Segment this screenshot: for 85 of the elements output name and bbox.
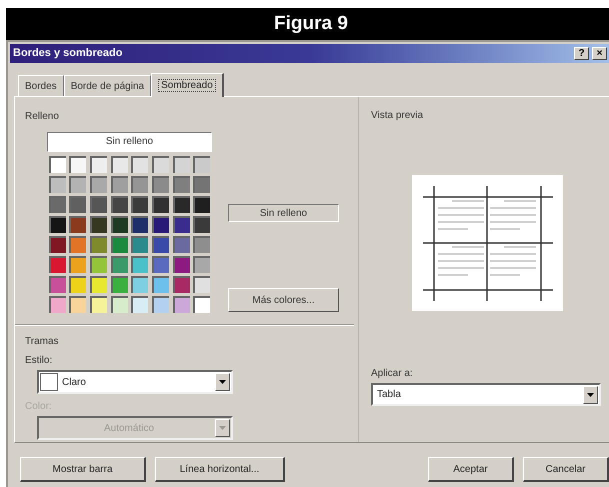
- color-swatch[interactable]: [193, 196, 210, 212]
- color-swatch[interactable]: [131, 236, 148, 252]
- color-swatch[interactable]: [69, 156, 86, 172]
- color-swatch[interactable]: [152, 176, 169, 192]
- color-swatch[interactable]: [48, 196, 66, 212]
- color-swatch[interactable]: [172, 296, 190, 312]
- color-swatch[interactable]: [152, 156, 169, 172]
- color-swatch[interactable]: [152, 196, 169, 212]
- color-swatch[interactable]: [110, 216, 128, 232]
- color-swatch[interactable]: [90, 296, 108, 312]
- color-swatch[interactable]: [152, 216, 169, 232]
- color-swatch[interactable]: [193, 156, 210, 172]
- color-swatch[interactable]: [90, 256, 108, 272]
- field-label: Aplicar a:: [371, 367, 414, 381]
- more-colors-button[interactable]: Más colores...: [228, 288, 339, 312]
- color-swatch[interactable]: [69, 296, 86, 312]
- color-swatch[interactable]: [172, 256, 190, 272]
- style-dropdown[interactable]: Claro: [37, 370, 233, 394]
- color-swatch[interactable]: [172, 236, 190, 252]
- color-swatch[interactable]: [90, 276, 108, 292]
- group-label: Relleno: [25, 110, 59, 124]
- color-swatch[interactable]: [110, 256, 128, 272]
- color-swatch[interactable]: [131, 256, 148, 272]
- color-swatch[interactable]: [193, 276, 210, 292]
- close-button[interactable]: ×: [592, 47, 607, 60]
- color-swatch[interactable]: [152, 236, 169, 252]
- color-swatch[interactable]: [193, 296, 210, 312]
- color-swatch[interactable]: [172, 276, 190, 292]
- color-swatch[interactable]: [110, 156, 128, 172]
- color-swatch[interactable]: [69, 196, 86, 212]
- color-swatch[interactable]: [172, 216, 190, 232]
- help-button[interactable]: ?: [574, 47, 589, 60]
- color-swatch[interactable]: [131, 196, 148, 212]
- color-swatch[interactable]: [90, 236, 108, 252]
- color-swatch[interactable]: [131, 216, 148, 232]
- color-swatch[interactable]: [90, 216, 108, 232]
- tab[interactable]: Bordes: [18, 75, 64, 96]
- color-swatch[interactable]: [48, 176, 66, 192]
- color-swatch[interactable]: [110, 176, 128, 192]
- color-swatch[interactable]: [48, 156, 66, 172]
- color-swatch[interactable]: [69, 256, 86, 272]
- group-label: Tramas: [25, 335, 60, 349]
- color-swatch[interactable]: [110, 296, 128, 312]
- color-swatch[interactable]: [152, 256, 169, 272]
- group-label: Vista previa: [371, 109, 424, 123]
- color-swatch[interactable]: [69, 176, 86, 192]
- color-swatch[interactable]: [48, 236, 66, 252]
- color-swatch[interactable]: [48, 276, 66, 292]
- field-label: Estilo:: [25, 354, 54, 368]
- window-title: Bordes y sombreado: [13, 46, 122, 62]
- color-swatch[interactable]: [90, 156, 108, 172]
- color-swatch[interactable]: [110, 196, 128, 212]
- color-swatch[interactable]: [172, 196, 190, 212]
- color-swatch[interactable]: [110, 236, 128, 252]
- figure-banner: Figura 9: [6, 8, 609, 40]
- dialog-button[interactable]: Aceptar: [428, 457, 514, 482]
- color-swatch[interactable]: [48, 256, 66, 272]
- color-swatch[interactable]: [131, 176, 148, 192]
- color-swatch[interactable]: [69, 216, 86, 232]
- color-swatch[interactable]: [131, 156, 148, 172]
- dialog-button[interactable]: Línea horizontal...: [155, 457, 285, 482]
- color-swatch[interactable]: [90, 176, 108, 192]
- color-swatch[interactable]: [152, 296, 169, 312]
- color-swatch[interactable]: [131, 276, 148, 292]
- tab[interactable]: Sombreado: [151, 73, 224, 97]
- color-swatch[interactable]: [193, 216, 210, 232]
- color-swatch[interactable]: [193, 256, 210, 272]
- color-swatch[interactable]: [152, 276, 169, 292]
- pattern-swatch: [40, 373, 58, 391]
- color-swatch[interactable]: [193, 176, 210, 192]
- dialog-button[interactable]: Cancelar: [523, 457, 609, 482]
- dialog-button[interactable]: Mostrar barra: [20, 457, 146, 482]
- no-fill-button[interactable]: Sin relleno: [47, 132, 212, 152]
- color-swatch[interactable]: [172, 176, 190, 192]
- color-swatch[interactable]: [69, 236, 86, 252]
- color-swatch[interactable]: [48, 216, 66, 232]
- color-swatch[interactable]: [172, 156, 190, 172]
- color-swatch[interactable]: [48, 296, 66, 312]
- color-swatch[interactable]: [131, 296, 148, 312]
- color-swatch[interactable]: [110, 276, 128, 292]
- current-fill-display: Sin relleno: [228, 204, 339, 222]
- color-swatch[interactable]: [69, 276, 86, 292]
- apply-to-dropdown[interactable]: Tabla: [371, 383, 601, 406]
- color-swatch[interactable]: [193, 236, 210, 252]
- color-swatch[interactable]: [90, 196, 108, 212]
